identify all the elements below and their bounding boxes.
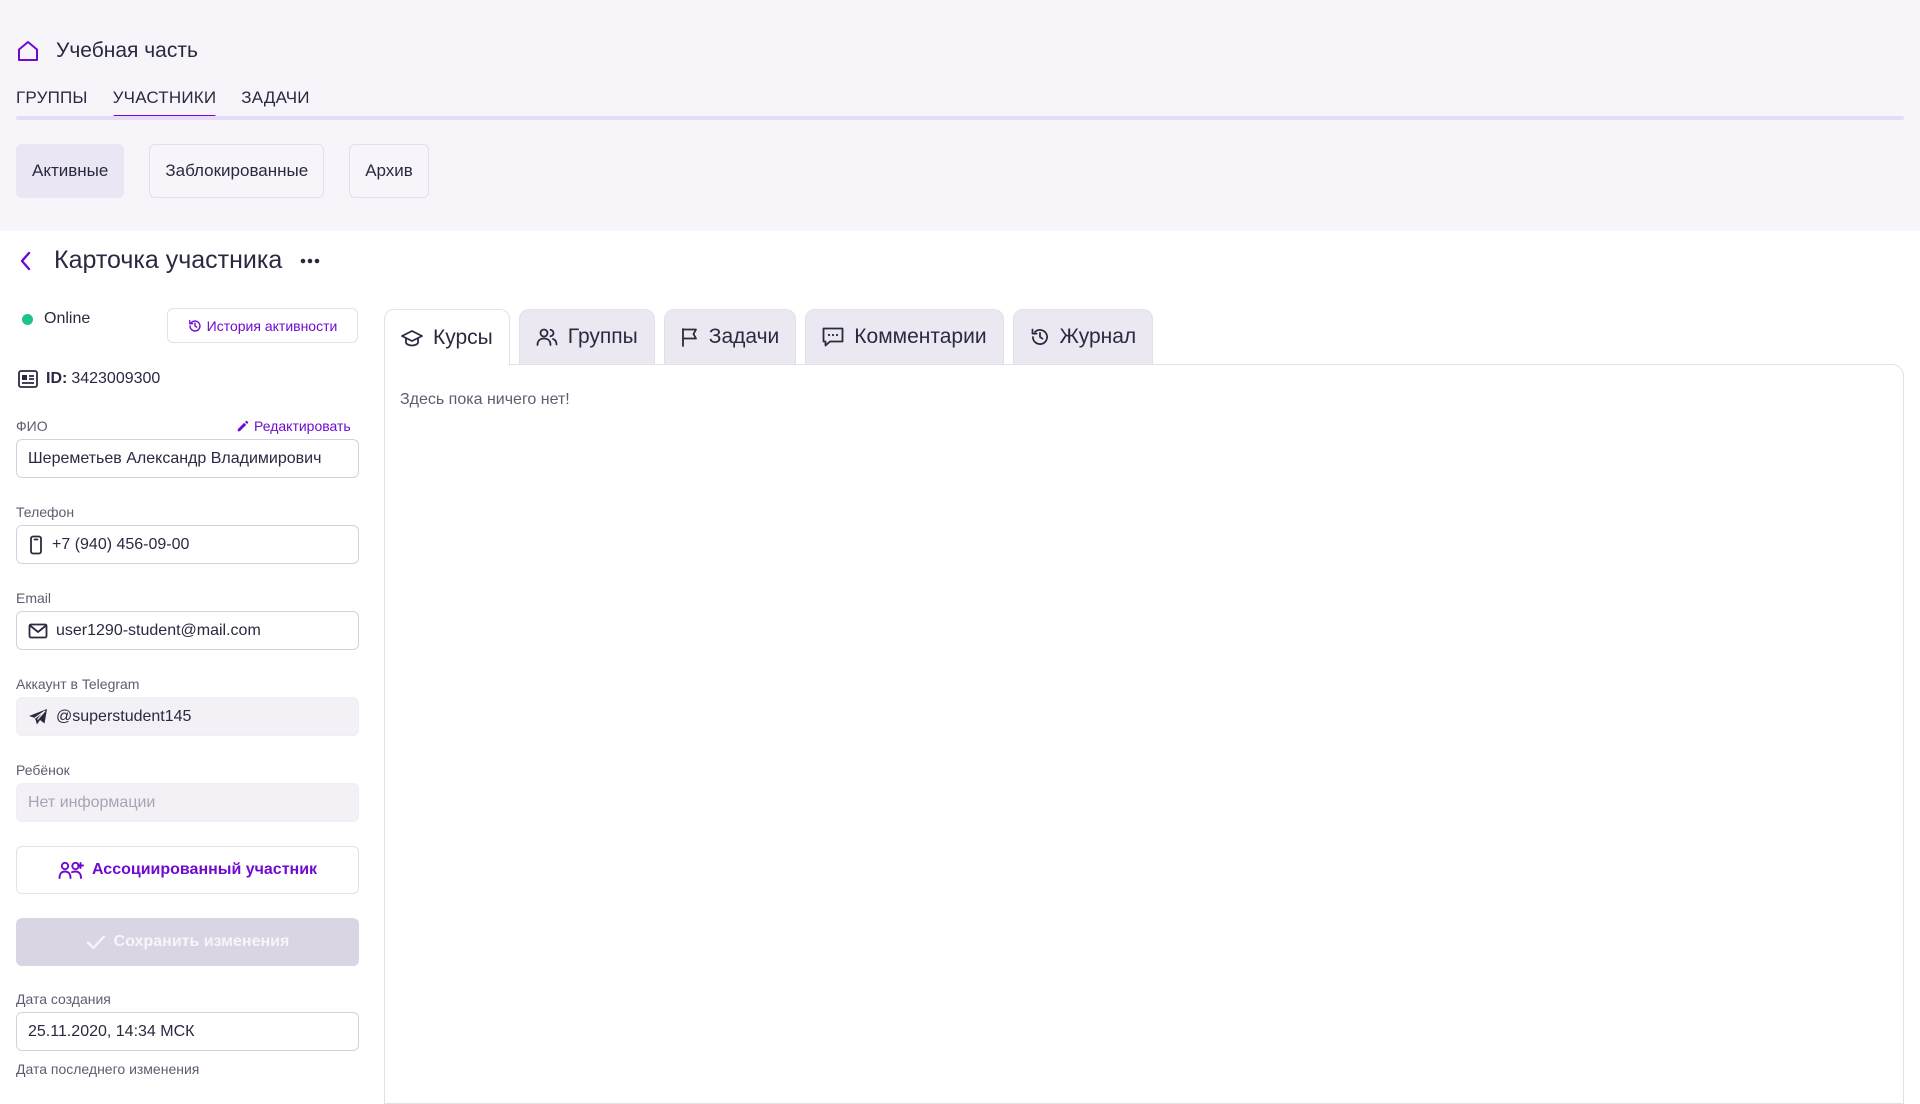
telegram-field[interactable] <box>16 697 359 736</box>
telegram-icon <box>28 708 48 726</box>
participant-id: ID: 3423009300 <box>18 370 160 388</box>
nav-tab-groups[interactable]: ГРУППЫ <box>16 88 88 118</box>
more-options-icon[interactable] <box>300 258 320 264</box>
nav-tab-tasks[interactable]: ЗАДАЧИ <box>241 88 309 118</box>
panel-tabs: Курсы Группы Задачи Комментарии Журнал <box>384 309 1154 366</box>
flag-icon <box>681 327 709 347</box>
pencil-icon <box>236 419 254 433</box>
subtab-active[interactable]: Активные <box>16 144 125 198</box>
id-label: ID: <box>46 370 68 387</box>
tab-comments-label: Комментарии <box>854 325 987 348</box>
fio-input[interactable] <box>28 449 358 468</box>
history-icon <box>1030 327 1060 347</box>
participant-filter-tabs: Активные Заблокированные Архив <box>16 144 429 198</box>
id-card-icon <box>18 370 38 388</box>
home-icon[interactable] <box>16 39 40 63</box>
modified-date-label: Дата последнего изменения <box>16 1061 200 1077</box>
tab-tasks[interactable]: Задачи <box>663 309 797 364</box>
subtab-blocked[interactable]: Заблокированные <box>149 144 325 198</box>
tab-groups[interactable]: Группы <box>518 309 655 364</box>
child-label: Ребёнок <box>16 762 70 778</box>
card-header: Карточка участника <box>18 246 320 275</box>
edit-link-label: Редактировать <box>254 418 351 434</box>
phone-label: Телефон <box>16 504 75 520</box>
graduation-cap-icon <box>401 329 433 347</box>
edit-fio-link[interactable]: Редактировать <box>236 418 351 434</box>
phone-input[interactable] <box>52 535 358 554</box>
subtab-archive[interactable]: Архив <box>349 144 429 198</box>
created-date-input[interactable] <box>28 1022 358 1041</box>
created-date-label: Дата создания <box>16 991 111 1007</box>
child-field[interactable] <box>16 783 359 822</box>
status-text: Online <box>44 310 91 327</box>
activity-history-button[interactable]: История активности <box>167 308 358 343</box>
tab-courses[interactable]: Курсы <box>384 309 510 366</box>
tab-comments[interactable]: Комментарии <box>805 309 1004 364</box>
email-field[interactable] <box>16 611 359 650</box>
tab-journal-label: Журнал <box>1059 325 1137 348</box>
tab-groups-label: Группы <box>567 325 638 348</box>
users-icon <box>58 860 92 880</box>
id-value: 3423009300 <box>71 370 161 387</box>
tab-courses-label: Курсы <box>433 326 493 349</box>
activity-history-label: История активности <box>206 317 338 334</box>
page-title: Карточка участника <box>54 246 283 274</box>
save-changes-label: Сохранить изменения <box>113 933 290 950</box>
created-date-field[interactable] <box>16 1012 359 1051</box>
child-input[interactable] <box>28 793 358 812</box>
tab-tasks-label: Задачи <box>708 325 780 348</box>
nav-divider <box>16 116 1904 120</box>
nav-tab-participants[interactable]: УЧАСТНИКИ <box>112 88 217 119</box>
online-status: Online <box>22 310 90 328</box>
fio-label: ФИО <box>16 418 48 434</box>
tab-content-panel: Здесь пока ничего нет! <box>384 364 1904 1104</box>
back-chevron-icon[interactable] <box>18 250 34 272</box>
history-icon <box>188 319 207 333</box>
email-label: Email <box>16 590 52 606</box>
telegram-label: Аккаунт в Telegram <box>16 676 140 692</box>
main-nav: ГРУППЫ УЧАСТНИКИ ЗАДАЧИ <box>16 88 310 119</box>
mail-icon <box>28 623 48 639</box>
fio-field[interactable] <box>16 439 359 478</box>
tab-journal[interactable]: Журнал <box>1012 309 1154 364</box>
comment-icon <box>822 327 854 347</box>
top-area: Учебная часть ГРУППЫ УЧАСТНИКИ ЗАДАЧИ Ак… <box>0 0 1920 231</box>
users-icon <box>536 328 568 346</box>
checkmark-icon <box>86 934 114 950</box>
app-title: Учебная часть <box>56 39 198 62</box>
email-input[interactable] <box>56 621 358 640</box>
phone-field[interactable] <box>16 525 359 564</box>
phone-icon <box>28 535 44 555</box>
telegram-input[interactable] <box>56 707 358 726</box>
save-changes-button[interactable]: Сохранить изменения <box>16 918 359 966</box>
app-header: Учебная часть <box>16 39 198 63</box>
associated-participant-button[interactable]: Ассоциированный участник <box>16 846 359 894</box>
status-dot <box>22 313 33 325</box>
associated-participant-label: Ассоциированный участник <box>91 861 318 878</box>
empty-state-text: Здесь пока ничего нет! <box>400 391 570 408</box>
